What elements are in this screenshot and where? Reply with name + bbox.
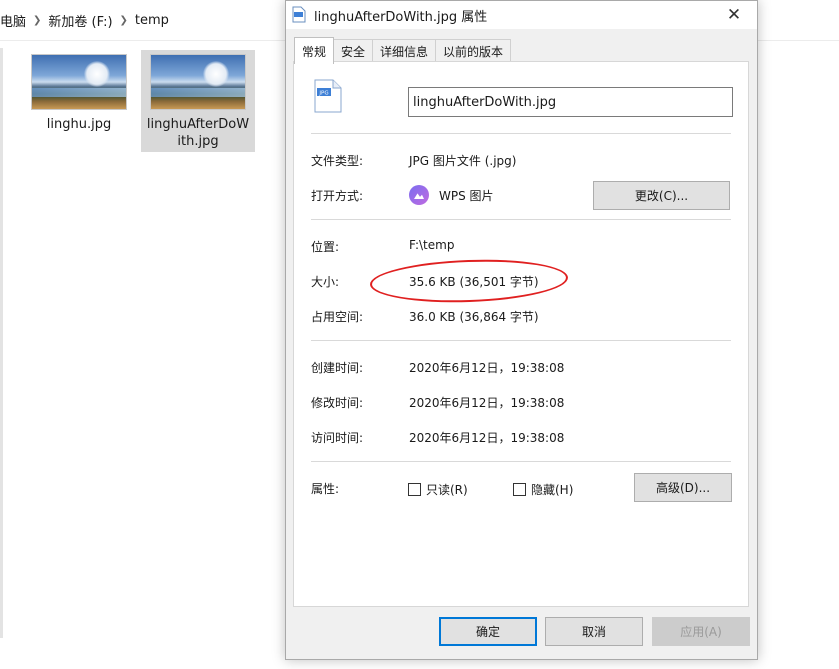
readonly-checkbox[interactable]: 只读(R) [408,481,468,498]
breadcrumb-item-folder[interactable]: temp [135,13,169,28]
wps-picture-icon [409,185,429,205]
file-type-label: 文件类型: [311,154,364,168]
divider [311,340,731,341]
properties-dialog: linghuAfterDoWith.jpg 属性 ✕ 常规 安全 详细信息 以前… [285,0,758,660]
accessed-label: 访问时间: [311,431,364,445]
file-item-linghu[interactable]: linghu.jpg [22,50,136,152]
change-button[interactable]: 更改(C)... [593,181,730,210]
close-icon[interactable]: ✕ [711,1,757,29]
image-file-icon [292,6,306,23]
dialog-title: linghuAfterDoWith.jpg 属性 [314,10,488,25]
general-tab-panel: JPG 文件类型: JPG 图片文件 (.jpg) 打开方式: WPS 图片 更… [293,61,749,607]
location-label: 位置: [311,240,340,254]
tab-security[interactable]: 安全 [333,39,374,63]
divider [311,219,731,220]
location-value: F:\temp [409,238,455,252]
chevron-right-icon: ❯ [119,14,128,26]
tab-previous-versions[interactable]: 以前的版本 [435,39,512,63]
svg-text:JPG: JPG [318,91,328,97]
opens-with-label: 打开方式: [311,189,364,203]
file-name: linghuAfterDoWith.jpg [146,117,250,149]
breadcrumb-item-pc[interactable]: 电脑 [0,11,26,30]
hidden-checkbox[interactable]: 隐藏(H) [513,481,573,498]
readonly-checkbox-label: 只读(R) [426,483,468,497]
image-thumbnail [150,54,246,110]
attributes-label: 属性: [311,482,340,496]
file-name-input[interactable] [408,87,733,117]
jpg-file-icon: JPG [314,79,342,113]
size-value: 35.6 KB (36,501 字节) [409,275,539,289]
cancel-button[interactable]: 取消 [545,617,643,646]
checkbox-box [408,483,421,496]
image-thumbnail [31,54,127,110]
size-on-disk-label: 占用空间: [311,310,364,324]
file-name: linghu.jpg [46,117,112,132]
file-item-linghuafterdowith[interactable]: linghuAfterDoWith.jpg [141,50,255,152]
dialog-title-bar[interactable]: linghuAfterDoWith.jpg 属性 ✕ [286,1,757,29]
ok-button[interactable]: 确定 [439,617,537,646]
advanced-button[interactable]: 高级(D)... [634,473,732,502]
opens-with-value: WPS 图片 [439,189,494,203]
created-label: 创建时间: [311,361,364,375]
apply-button[interactable]: 应用(A) [652,617,750,646]
breadcrumb-item-drive[interactable]: 新加卷 (F:) [48,11,112,30]
divider [311,461,731,462]
checkbox-box [513,483,526,496]
file-type-value: JPG 图片文件 (.jpg) [409,154,517,168]
divider [311,133,731,134]
hidden-checkbox-label: 隐藏(H) [531,483,574,497]
modified-value: 2020年6月12日，19:38:08 [409,396,565,410]
created-value: 2020年6月12日，19:38:08 [409,361,565,375]
tab-details[interactable]: 详细信息 [372,39,437,63]
tab-general[interactable]: 常规 [294,37,335,64]
chevron-right-icon: ❯ [33,14,42,26]
tab-strip: 常规 安全 详细信息 以前的版本 [294,37,512,64]
size-label: 大小: [311,275,340,289]
navigation-pane-edge [0,48,3,638]
accessed-value: 2020年6月12日，19:38:08 [409,431,565,445]
size-on-disk-value: 36.0 KB (36,864 字节) [409,310,539,324]
modified-label: 修改时间: [311,396,364,410]
